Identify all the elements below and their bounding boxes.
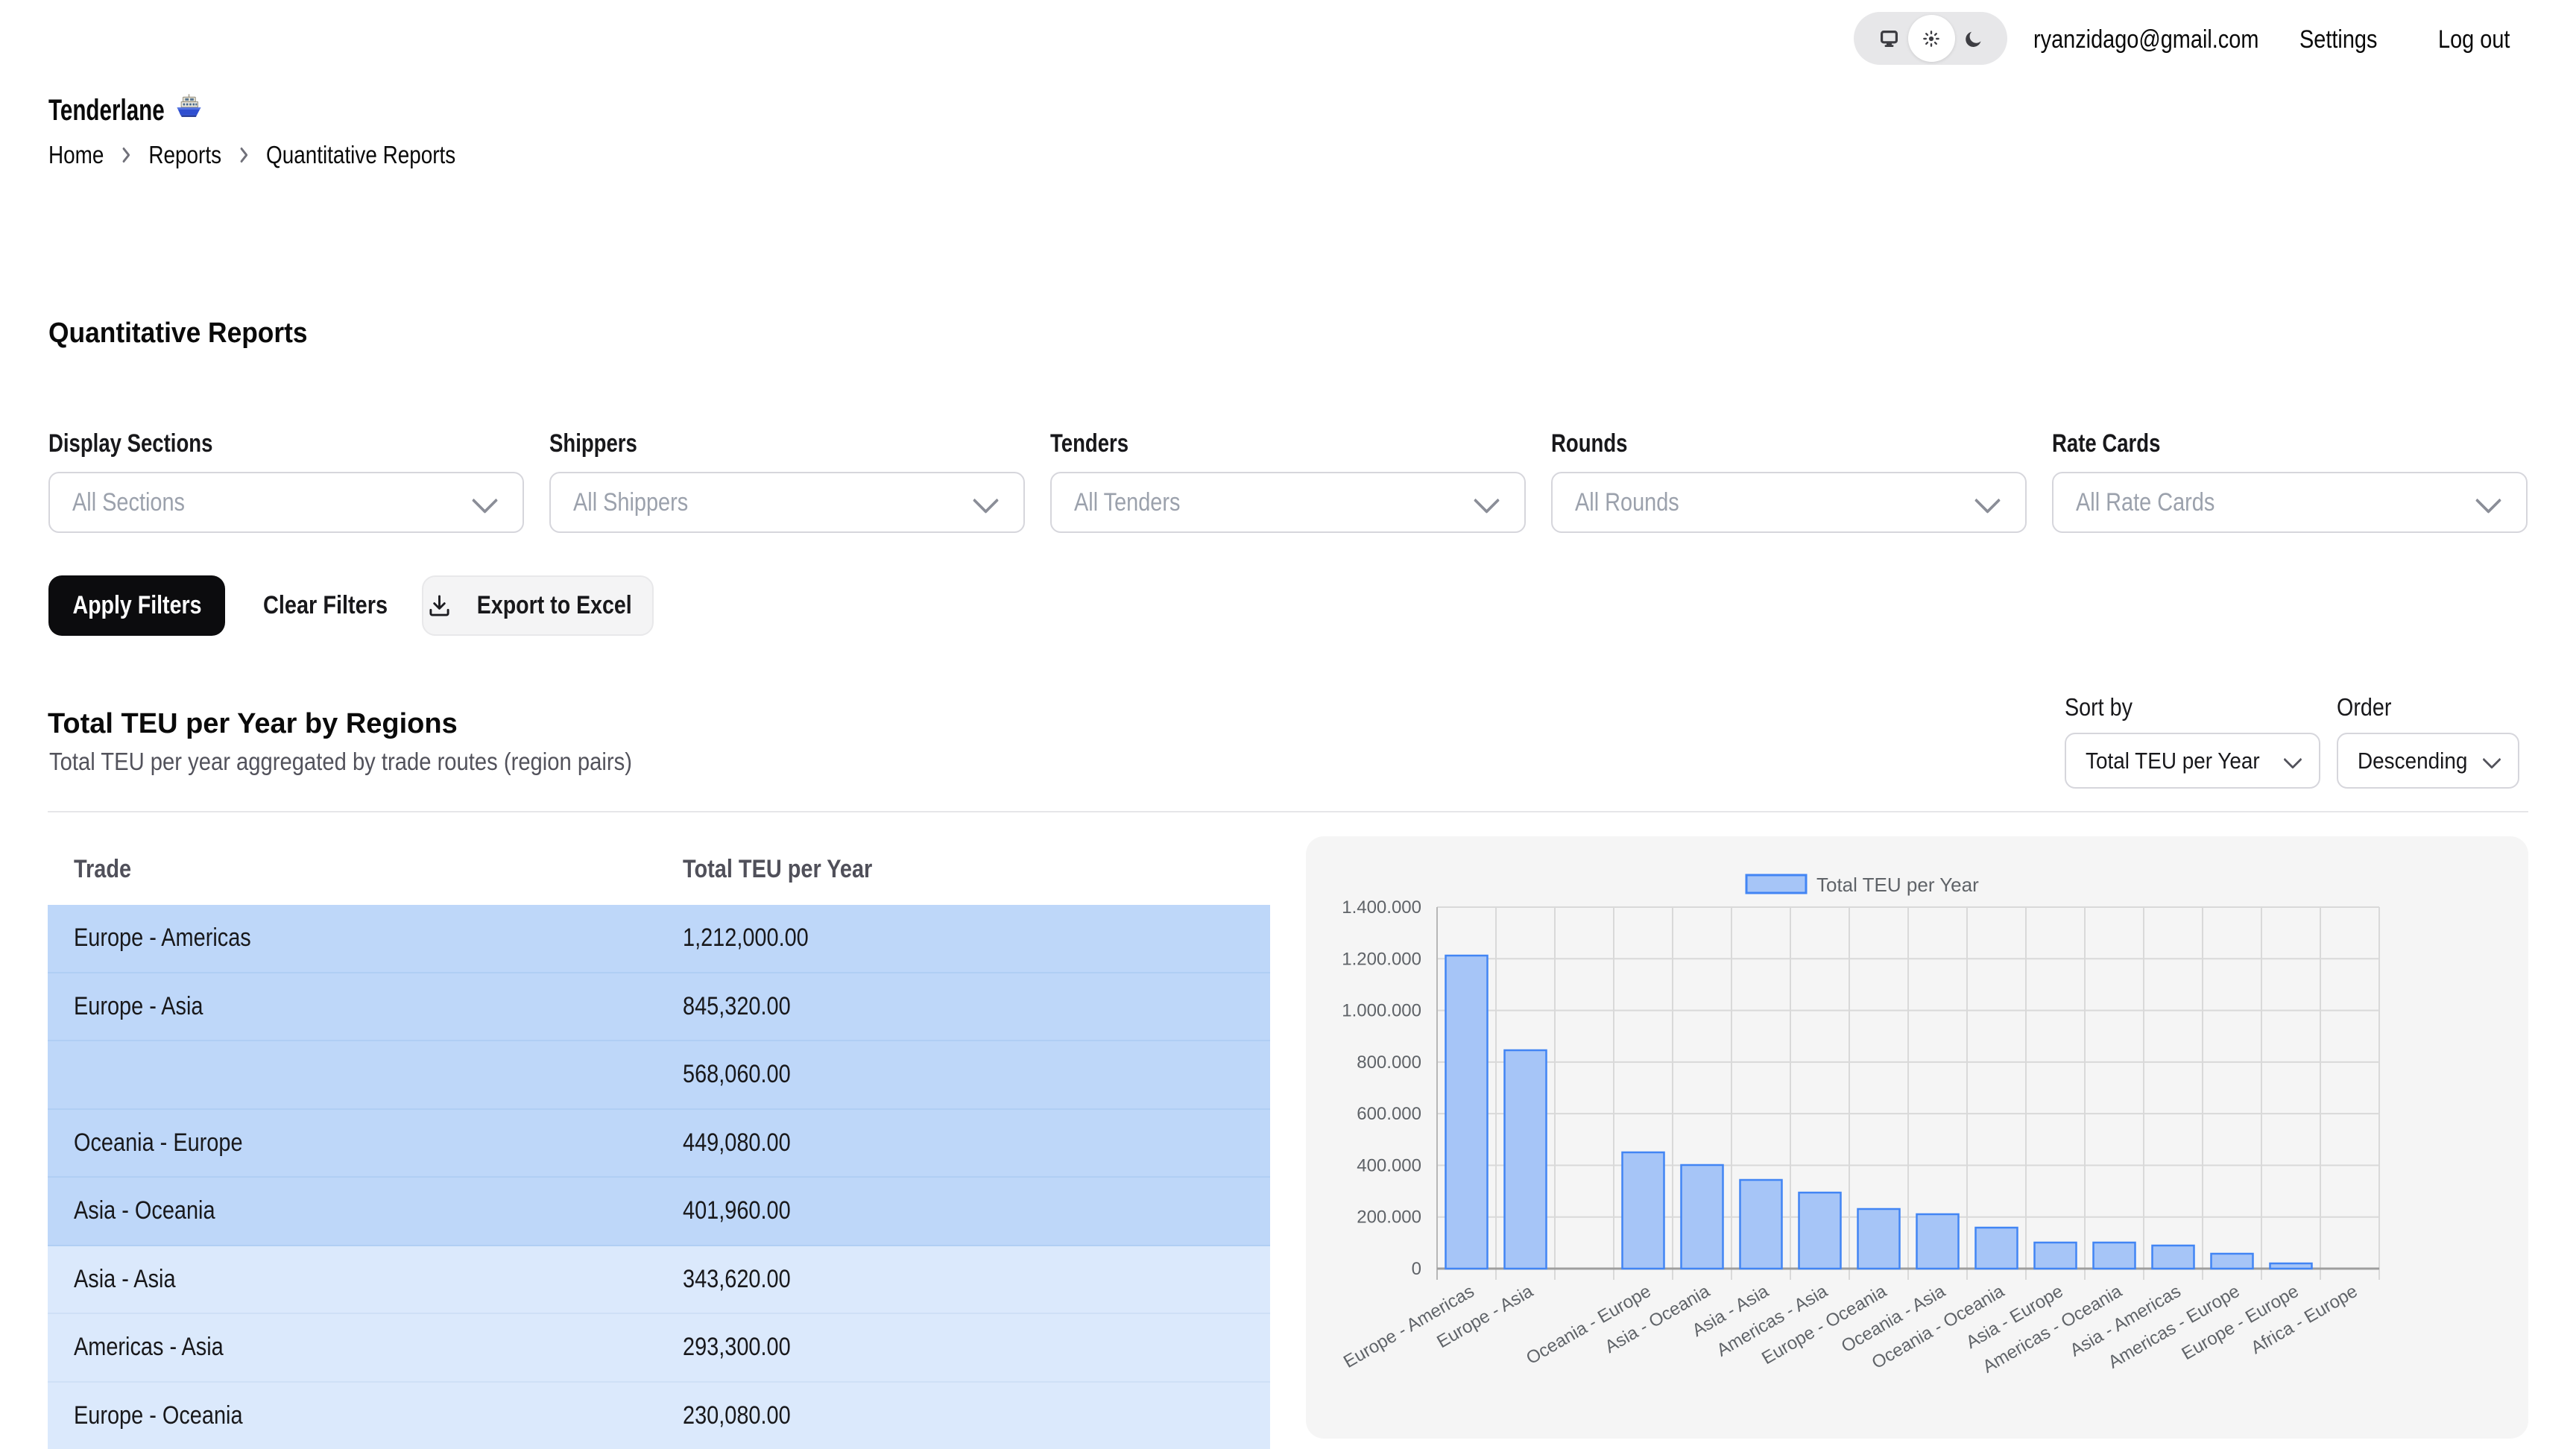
svg-text:1.000.000: 1.000.000 bbox=[1342, 1001, 1421, 1021]
svg-text:1.400.000: 1.400.000 bbox=[1342, 897, 1421, 918]
svg-text:Total TEU per Year: Total TEU per Year bbox=[1816, 874, 1979, 896]
svg-text:0: 0 bbox=[1412, 1259, 1421, 1279]
svg-text:1.200.000: 1.200.000 bbox=[1342, 949, 1421, 969]
svg-text:800.000: 800.000 bbox=[1357, 1052, 1421, 1073]
svg-text:200.000: 200.000 bbox=[1357, 1208, 1421, 1228]
svg-text:400.000: 400.000 bbox=[1357, 1155, 1421, 1175]
svg-text:600.000: 600.000 bbox=[1357, 1104, 1421, 1124]
